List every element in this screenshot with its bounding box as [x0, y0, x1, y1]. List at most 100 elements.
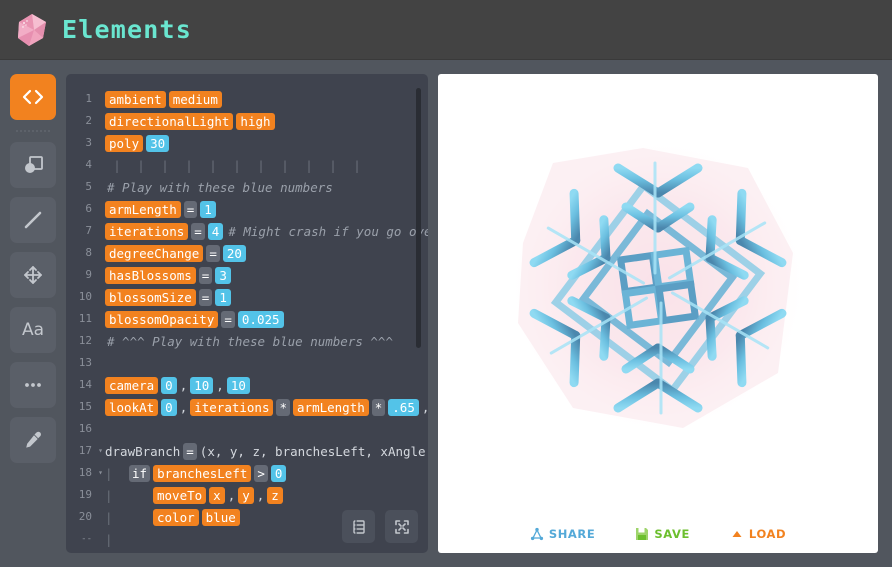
- code-line[interactable]: 11 blossomOpacity = 0.025: [66, 308, 428, 330]
- code-number-token[interactable]: .65: [388, 398, 419, 416]
- code-keyword-token[interactable]: iterations: [190, 398, 274, 416]
- editor-scrollbar[interactable]: [416, 88, 421, 348]
- code-number-token[interactable]: 0: [270, 464, 287, 482]
- line-icon: [24, 211, 42, 229]
- code-operator-token[interactable]: if: [129, 464, 151, 482]
- code-keyword-token[interactable]: branchesLeft: [153, 464, 252, 482]
- code-keyword-token[interactable]: y: [238, 486, 254, 504]
- code-comment: # ^^^ Play with these blue numbers ^^^: [107, 333, 393, 349]
- code-line[interactable]: 7 iterations=4# Might crash if you go ove…: [66, 220, 428, 242]
- share-button[interactable]: SHARE: [530, 527, 596, 541]
- line-content: | | | | | | | | | | |: [105, 154, 369, 176]
- sidebar-item-eyedropper[interactable]: [10, 417, 56, 463]
- line-content: | if branchesLeft >0: [105, 462, 289, 484]
- code-number-token[interactable]: 0: [161, 376, 177, 394]
- code-keyword-token[interactable]: directionalLight: [105, 112, 234, 130]
- code-number-token[interactable]: 10: [226, 376, 250, 394]
- code-operator-token[interactable]: =: [183, 442, 197, 460]
- code-number-token[interactable]: 0: [161, 398, 177, 416]
- code-line[interactable]: 6 armLength = 1: [66, 198, 428, 220]
- code-editor-panel[interactable]: 1 ambient medium 2 directionalLight high 3 poly…: [66, 74, 428, 553]
- save-button[interactable]: SAVE: [635, 527, 690, 541]
- sidebar-item-code[interactable]: [10, 74, 56, 120]
- sidebar-item-move[interactable]: [10, 252, 56, 298]
- fold-toggle-icon[interactable]: ▾: [96, 440, 105, 462]
- code-line[interactable]: 2 directionalLight high: [66, 110, 428, 132]
- format-code-button[interactable]: [342, 510, 375, 543]
- fold-toggle-icon[interactable]: ▾: [96, 462, 105, 484]
- line-content: poly 30: [105, 132, 172, 154]
- code-line[interactable]: 15 lookAt0,iterations*armLength*.65,0: [66, 396, 428, 418]
- code-number-token[interactable]: 3: [215, 266, 231, 284]
- code-keyword-token[interactable]: poly: [105, 134, 144, 152]
- line-number: --: [81, 534, 92, 544]
- code-keyword-token[interactable]: moveTo: [153, 486, 207, 504]
- render-preview-panel[interactable]: SHARE SAVE LOAD: [438, 74, 878, 553]
- code-line[interactable]: 3 poly 30: [66, 132, 428, 154]
- code-operator-token[interactable]: >: [254, 464, 268, 482]
- load-button[interactable]: LOAD: [730, 527, 786, 541]
- code-line[interactable]: 10 blossomSize = 1: [66, 286, 428, 308]
- code-line[interactable]: 5 # Play with these blue numbers: [66, 176, 428, 198]
- code-number-token[interactable]: 0.025: [237, 310, 284, 328]
- code-keyword-token[interactable]: iterations: [105, 222, 189, 240]
- code-number-token[interactable]: 1: [215, 288, 231, 306]
- code-operator-token[interactable]: =: [198, 266, 213, 284]
- code-keyword-token[interactable]: blossomOpacity: [105, 310, 219, 328]
- code-keyword-token[interactable]: color: [153, 508, 199, 526]
- code-keyword-token[interactable]: x: [209, 486, 225, 504]
- code-operator-token[interactable]: =: [183, 200, 198, 218]
- sidebar-item-more[interactable]: [10, 362, 56, 408]
- line-number: 13: [78, 356, 92, 369]
- code-line[interactable]: 8 degreeChange = 20: [66, 242, 428, 264]
- sidebar-item-line[interactable]: [10, 197, 56, 243]
- code-keyword-token[interactable]: medium: [168, 90, 222, 108]
- code-keyword-token[interactable]: blossomSize: [105, 288, 196, 306]
- line-number: 4: [85, 158, 92, 171]
- code-keyword-token[interactable]: degreeChange: [105, 244, 204, 262]
- render-canvas[interactable]: [438, 74, 878, 501]
- line-content: lookAt0,iterations*armLength*.65,0: [105, 396, 428, 418]
- code-keyword-token[interactable]: armLength: [105, 200, 181, 218]
- code-line[interactable]: 19 | moveTo x, y, z: [66, 484, 428, 506]
- ellipsis-icon: [25, 383, 41, 387]
- code-number-token[interactable]: 10: [190, 376, 214, 394]
- code-lines[interactable]: 1 ambient medium 2 directionalLight high 3 poly…: [66, 74, 428, 553]
- sidebar-item-shapes[interactable]: [10, 142, 56, 188]
- line-content: blossomOpacity = 0.025: [105, 308, 287, 330]
- line-number: 5: [85, 180, 92, 193]
- code-keyword-token[interactable]: hasBlossoms: [105, 266, 196, 284]
- code-line[interactable]: 13: [66, 352, 428, 374]
- app-header: Elements: [0, 0, 892, 60]
- code-line[interactable]: 18 ▾ | if branchesLeft >0: [66, 462, 428, 484]
- page-title: Elements: [62, 15, 193, 44]
- code-keyword-token[interactable]: high: [236, 112, 275, 130]
- code-line[interactable]: 14 camera 0, 10, 10: [66, 374, 428, 396]
- code-keyword-token[interactable]: armLength: [293, 398, 369, 416]
- code-line[interactable]: 17 ▾ drawBranch = (x, y, z, branchesLeft, xA…: [66, 440, 428, 462]
- line-number: 18: [78, 466, 92, 479]
- code-operator-token[interactable]: =: [191, 222, 205, 240]
- code-keyword-token[interactable]: blue: [201, 508, 240, 526]
- code-operator-token[interactable]: =: [221, 310, 235, 328]
- code-number-token[interactable]: 4: [207, 222, 224, 240]
- code-line[interactable]: 4 | | | | | | | | | | |: [66, 154, 428, 176]
- code-keyword-token[interactable]: camera: [105, 376, 159, 394]
- code-line[interactable]: 1 ambient medium: [66, 88, 428, 110]
- line-number: 14: [78, 378, 92, 391]
- code-operator-token[interactable]: *: [371, 398, 386, 416]
- code-keyword-token[interactable]: ambient: [105, 90, 166, 108]
- sidebar-item-text[interactable]: Aa: [10, 307, 56, 353]
- code-line[interactable]: 16: [66, 418, 428, 440]
- code-keyword-token[interactable]: lookAt: [105, 398, 159, 416]
- code-number-token[interactable]: 1: [200, 200, 216, 218]
- code-line[interactable]: 9 hasBlossoms = 3: [66, 264, 428, 286]
- code-keyword-token[interactable]: z: [267, 486, 283, 504]
- code-line[interactable]: 12 # ^^^ Play with these blue numbers ^^^: [66, 330, 428, 352]
- code-number-token[interactable]: 30: [146, 134, 170, 152]
- code-operator-token[interactable]: *: [276, 398, 291, 416]
- code-number-token[interactable]: 20: [222, 244, 246, 262]
- code-operator-token[interactable]: =: [206, 244, 220, 262]
- fullscreen-button[interactable]: [385, 510, 418, 543]
- code-operator-token[interactable]: =: [198, 288, 213, 306]
